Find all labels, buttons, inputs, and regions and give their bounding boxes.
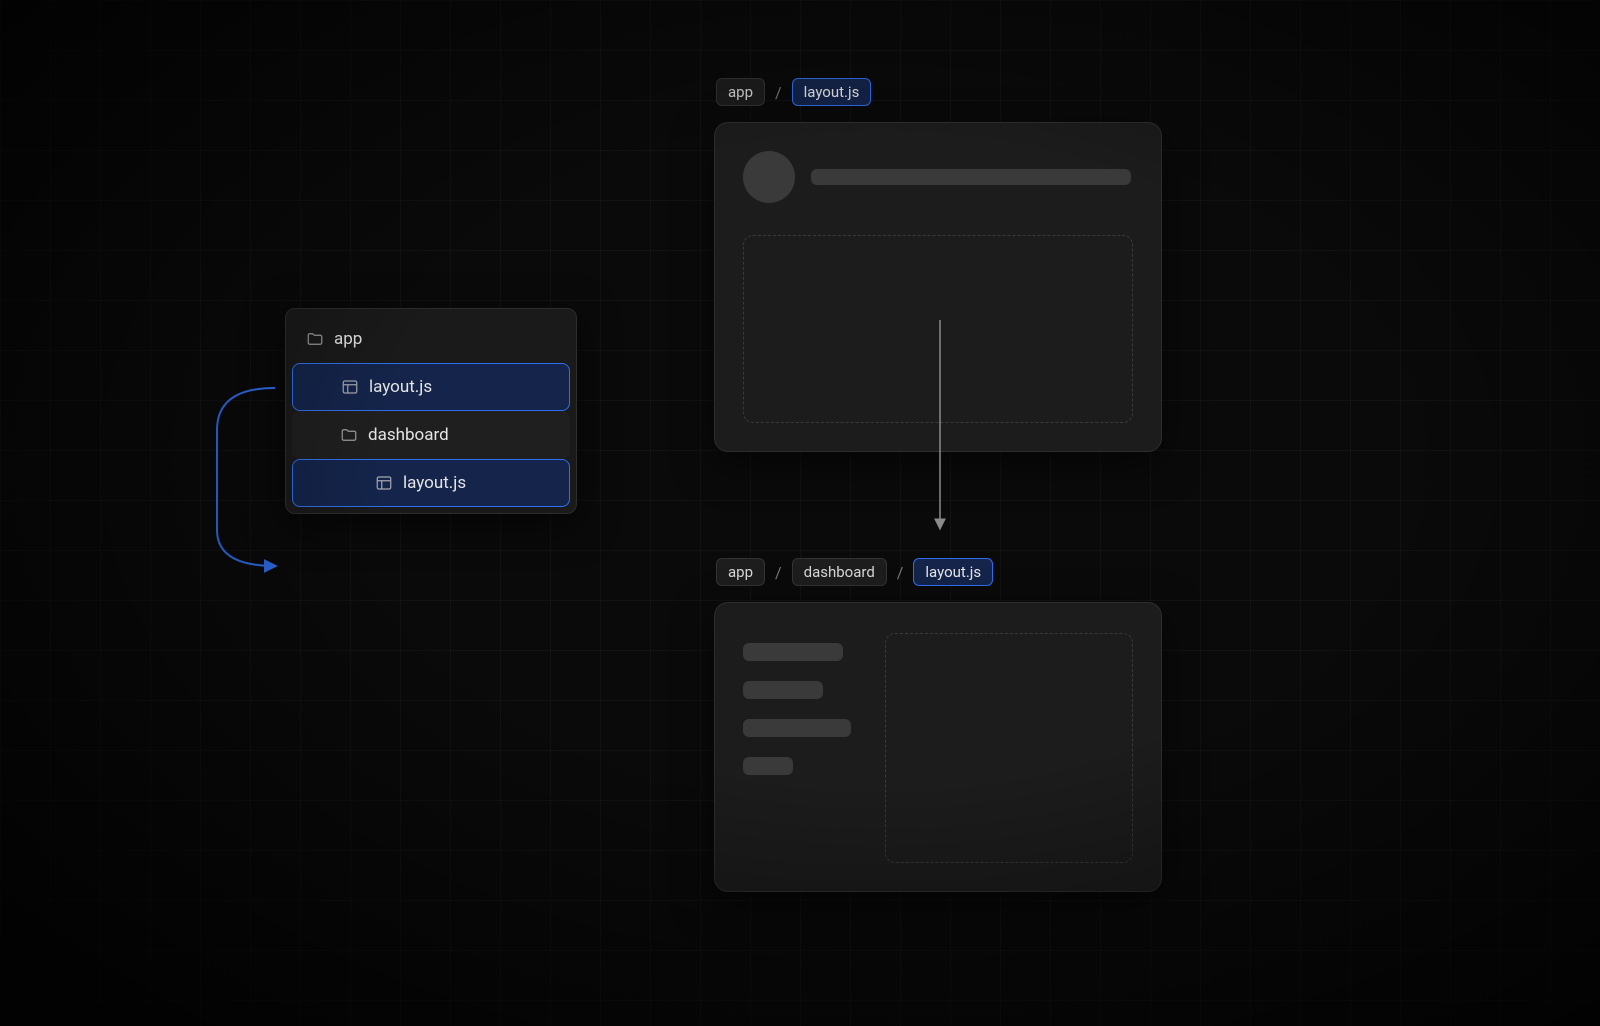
- sidebar-item-placeholder: [743, 757, 793, 775]
- crumb-dashboard: dashboard: [792, 558, 887, 586]
- crumb-separator: /: [773, 83, 784, 102]
- folder-icon: [340, 426, 358, 444]
- crumb-separator: /: [773, 563, 784, 582]
- folder-icon: [306, 330, 324, 348]
- sidebar-item-placeholder: [743, 719, 851, 737]
- children-slot: [885, 633, 1133, 863]
- crumb-app: app: [716, 558, 765, 586]
- diagram-stage: app layout.js dashboard layout.js: [0, 0, 1600, 1026]
- tree-row-layout-dashboard[interactable]: layout.js: [292, 459, 570, 507]
- tree-item-label: dashboard: [368, 425, 449, 445]
- layout-icon: [375, 474, 393, 492]
- breadcrumb-bottom: app / dashboard / layout.js: [716, 558, 993, 586]
- layout-preview-dashboard: [714, 602, 1162, 892]
- crumb-layout: layout.js: [792, 78, 872, 106]
- tree-nesting-arrow: [205, 370, 295, 582]
- crumb-app: app: [716, 78, 765, 106]
- avatar-placeholder: [743, 151, 795, 203]
- file-tree-panel: app layout.js dashboard layout.js: [285, 308, 577, 514]
- tree-row-layout-root[interactable]: layout.js: [292, 363, 570, 411]
- tree-item-label: layout.js: [369, 377, 432, 397]
- children-slot: [743, 235, 1133, 423]
- crumb-layout: layout.js: [913, 558, 993, 586]
- header-bar-placeholder: [811, 169, 1131, 185]
- layout-icon: [341, 378, 359, 396]
- breadcrumb-top: app / layout.js: [716, 78, 871, 106]
- tree-row-app[interactable]: app: [292, 315, 570, 363]
- tree-row-dashboard[interactable]: dashboard: [292, 411, 570, 459]
- tree-item-label: app: [334, 329, 362, 349]
- sidebar-item-placeholder: [743, 681, 823, 699]
- crumb-separator: /: [895, 563, 906, 582]
- layout-preview-root: [714, 122, 1162, 452]
- sidebar-item-placeholder: [743, 643, 843, 661]
- tree-item-label: layout.js: [403, 473, 466, 493]
